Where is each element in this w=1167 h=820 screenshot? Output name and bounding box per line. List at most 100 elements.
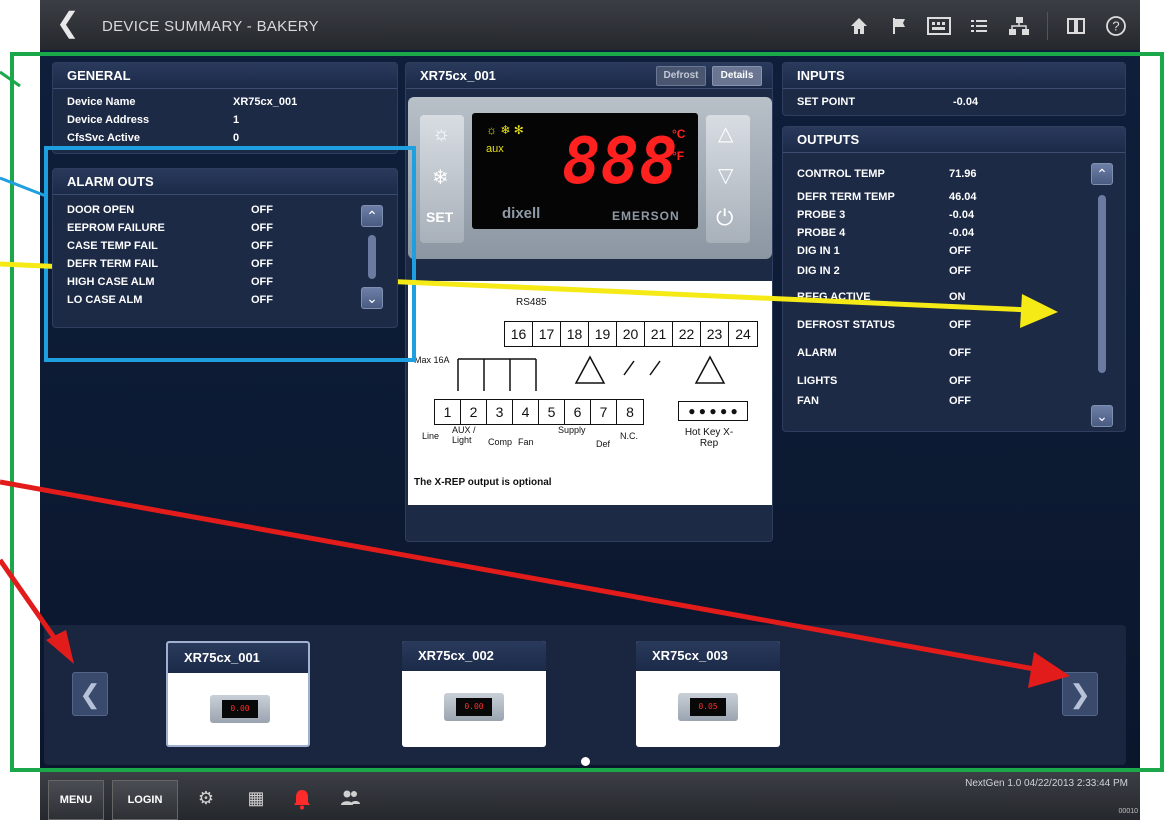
- carousel-next-button[interactable]: ❯: [1062, 672, 1098, 716]
- alarm-scroll-down-button[interactable]: ⌄: [361, 287, 383, 309]
- alarm-value: OFF: [251, 240, 273, 252]
- controller-image: ☼ ❄ SET ☼ ❄ ✻ aux 888 °C °F dixell EMERS…: [408, 97, 772, 259]
- flag-icon[interactable]: [887, 14, 911, 38]
- calendar-icon[interactable]: ▦: [244, 788, 268, 812]
- supply-label: Supply: [558, 425, 586, 435]
- alarm-scroll-up-button[interactable]: ⌃: [361, 205, 383, 227]
- back-chevron-icon[interactable]: ❮: [56, 8, 79, 38]
- main-stage: GENERAL Device Name XR75cx_001 Device Add…: [40, 50, 1140, 772]
- thumbnail-display: 0.00: [456, 698, 492, 716]
- general-rows: Device Name XR75cx_001 Device Address 1 Cf…: [53, 89, 397, 147]
- outputs-rows: CONTROL TEMP 71.96 DEFR TERM TEMP 46.04 PR…: [783, 153, 1125, 410]
- top-terminal-strip: 16 17 18 19 20 21 22 23 24: [504, 321, 758, 347]
- alarm-row: DEFR TERM FAIL OFF: [53, 255, 397, 273]
- outputs-scroll-down-button[interactable]: ⌄: [1091, 405, 1113, 427]
- output-value: OFF: [949, 245, 971, 257]
- alarm-value: OFF: [251, 258, 273, 270]
- alarm-value: OFF: [251, 276, 273, 288]
- outputs-scroll-up-button[interactable]: ⌃: [1091, 163, 1113, 185]
- home-icon[interactable]: [847, 14, 871, 38]
- alarm-label: LO CASE ALM: [67, 294, 143, 306]
- alarm-row: EEPROM FAILURE OFF: [53, 219, 397, 237]
- app-window: ❮ DEVICE SUMMARY - BAKERY ? GENERAL Devi…: [40, 0, 1140, 820]
- alarm-row: HIGH CASE ALM OFF: [53, 273, 397, 291]
- output-label: LIGHTS: [797, 375, 838, 387]
- device-card-1[interactable]: XR75cx_001 0.00: [166, 641, 310, 747]
- device-panel: XR75cx_001 Defrost Details ☼ ❄ SET ☼ ❄ ✻…: [405, 62, 773, 542]
- output-label: REFG ACTIVE: [797, 291, 871, 303]
- general-value: 1: [233, 114, 240, 126]
- output-row: DIG IN 1 OFF: [783, 242, 1125, 262]
- power-key-icon: ⏻: [716, 205, 734, 230]
- outputs-scrollbar[interactable]: [1098, 195, 1106, 373]
- carousel-page-dot[interactable]: [581, 757, 590, 766]
- output-row: LIGHTS OFF: [783, 372, 1125, 392]
- device-thumbnail: 0.00: [210, 695, 270, 723]
- menu-button[interactable]: MENU: [48, 780, 104, 820]
- network-icon[interactable]: [1007, 14, 1031, 38]
- input-row: SET POINT -0.04: [783, 93, 1125, 111]
- general-title: GENERAL: [53, 63, 397, 89]
- terminal-number: 21: [645, 322, 673, 346]
- status-text: NextGen 1.0 04/22/2013 2:33:44 PM: [965, 778, 1128, 789]
- output-row: DEFROST STATUS OFF: [783, 316, 1125, 344]
- device-card-2[interactable]: XR75cx_002 0.00: [402, 641, 546, 747]
- general-label: CfsSvc Active: [67, 132, 140, 144]
- terminal-number: 7: [591, 400, 617, 424]
- defrost-button[interactable]: Defrost: [656, 66, 706, 86]
- output-value: OFF: [949, 347, 971, 359]
- book-icon[interactable]: [1064, 14, 1088, 38]
- brand-label: dixell: [502, 205, 541, 222]
- up-key-icon: △: [718, 123, 734, 145]
- alarm-bell-icon[interactable]: [290, 788, 314, 812]
- output-label: ALARM: [797, 347, 837, 359]
- lcd-unit-f: °F: [672, 149, 685, 163]
- alarm-label: DEFR TERM FAIL: [67, 258, 159, 270]
- rs485-label: RS485: [516, 297, 547, 308]
- output-value: -0.04: [949, 209, 975, 221]
- output-row: ALARM OFF: [783, 344, 1125, 372]
- bottom-terminal-strip: 1 2 3 4 5 6 7 8: [434, 399, 644, 425]
- terminal-number: 2: [461, 400, 487, 424]
- alarm-scrollbar[interactable]: [368, 235, 376, 279]
- details-button[interactable]: Details: [712, 66, 762, 86]
- output-label: DIG IN 1: [797, 245, 840, 257]
- lcd-unit-c: °C: [672, 127, 686, 141]
- device-card-3[interactable]: XR75cx_003 0.05: [636, 641, 780, 747]
- inputs-panel: INPUTS SET POINT -0.04: [782, 62, 1126, 116]
- output-value: ON: [949, 291, 966, 303]
- terminal-number: 16: [505, 322, 533, 346]
- alarm-row: CASE TEMP FAIL OFF: [53, 237, 397, 255]
- help-icon[interactable]: ?: [1104, 14, 1128, 38]
- list-icon[interactable]: [967, 14, 991, 38]
- output-row: PROBE 3 -0.04: [783, 206, 1125, 224]
- output-row: FAN OFF: [783, 392, 1125, 410]
- device-card-title: XR75cx_002: [402, 641, 546, 671]
- calendar-keyboard-icon[interactable]: [927, 14, 951, 38]
- carousel-prev-button[interactable]: ❮: [72, 672, 108, 716]
- login-button[interactable]: LOGIN: [112, 780, 178, 820]
- settings-gear-icon[interactable]: ⚙: [194, 788, 218, 812]
- annotation-green-pointer: [0, 70, 21, 88]
- output-value: -0.04: [949, 227, 975, 239]
- alarm-outs-rows: DOOR OPEN OFF EEPROM FAILURE OFF CASE TEMP…: [53, 195, 397, 309]
- terminal-number: 6: [565, 400, 591, 424]
- svg-text:?: ?: [1112, 19, 1119, 34]
- output-value: 46.04: [949, 191, 977, 203]
- output-label: CONTROL TEMP: [797, 168, 885, 180]
- device-thumbnail: 0.00: [444, 693, 504, 721]
- users-icon[interactable]: [338, 788, 362, 812]
- line-label: Line: [422, 431, 440, 441]
- alarm-value: OFF: [251, 204, 273, 216]
- terminal-number: 22: [673, 322, 701, 346]
- input-value: -0.04: [953, 96, 979, 108]
- inputs-rows: SET POINT -0.04: [783, 89, 1125, 111]
- outputs-title: OUTPUTS: [783, 127, 1125, 153]
- terminal-number: 17: [533, 322, 561, 346]
- alarm-value: OFF: [251, 222, 273, 234]
- device-card-title: XR75cx_003: [636, 641, 780, 671]
- output-row: CONTROL TEMP 71.96: [783, 165, 1125, 188]
- output-row: REFG ACTIVE ON: [783, 288, 1125, 316]
- alarm-outs-panel: ALARM OUTS DOOR OPEN OFF EEPROM FAILURE OF…: [52, 168, 398, 328]
- nc-label: N.C.: [620, 431, 638, 441]
